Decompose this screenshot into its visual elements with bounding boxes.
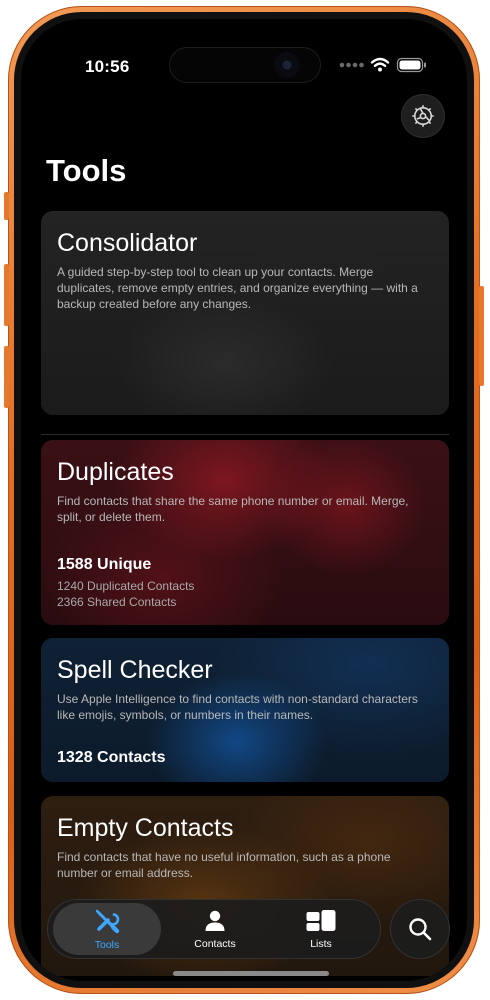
tab-label: Lists <box>310 938 332 950</box>
consolidator-card[interactable]: Consolidator A guided step-by-step tool … <box>41 211 449 415</box>
search-icon <box>409 918 432 941</box>
search-button[interactable] <box>390 899 450 959</box>
person-icon <box>205 910 225 931</box>
phone-frame: 10:56 Tools Consolidator A guided step-b… <box>4 6 484 994</box>
lists-icon <box>306 910 336 931</box>
gear-icon <box>412 105 434 127</box>
card-description: Find contacts that share the same phone … <box>57 494 409 524</box>
card-description: Use Apple Intelligence to find contacts … <box>57 692 418 722</box>
wifi-icon <box>370 57 390 67</box>
tab-lists[interactable]: Lists <box>267 903 375 955</box>
duplicated-count: 1240 Duplicated Contacts <box>57 579 195 593</box>
shared-count: 2366 Shared Contacts <box>57 595 177 609</box>
tab-bar: Tools Contacts Lists <box>47 899 381 959</box>
wifi-dot <box>378 67 382 72</box>
card-title: Empty Contacts <box>57 814 234 842</box>
status-icons <box>339 55 439 75</box>
card-title: Consolidator <box>57 229 198 257</box>
unique-count: 1588 Unique <box>57 556 152 573</box>
volume-down-button <box>4 346 9 408</box>
power-button <box>479 286 484 386</box>
wrench-screwdriver-icon <box>95 909 120 934</box>
card-title: Duplicates <box>57 458 174 486</box>
tab-tools[interactable]: Tools <box>53 903 161 955</box>
section-divider <box>41 434 449 435</box>
page-title: Tools <box>46 153 127 188</box>
card-description: Find contacts that have no useful inform… <box>57 850 391 880</box>
tab-label: Tools <box>94 939 120 951</box>
home-indicator[interactable] <box>173 971 329 976</box>
spell-checker-card[interactable]: Spell Checker Use Apple Intelligence to … <box>41 638 449 782</box>
action-button <box>4 192 9 220</box>
card-title: Spell Checker <box>57 656 213 684</box>
status-time: 10:56 <box>85 57 130 76</box>
tab-contacts[interactable]: Contacts <box>161 903 269 955</box>
signal-dots-icon <box>339 62 364 68</box>
battery-icon <box>396 57 426 73</box>
contacts-count: 1328 Contacts <box>57 749 166 766</box>
tab-label: Contacts <box>194 938 236 950</box>
settings-button[interactable] <box>401 94 445 138</box>
duplicates-card[interactable]: Duplicates Find contacts that share the … <box>41 440 449 625</box>
screen: 10:56 Tools Consolidator A guided step-b… <box>21 19 467 981</box>
volume-up-button <box>4 264 9 326</box>
front-camera-icon <box>274 52 300 78</box>
bezel: 10:56 Tools Consolidator A guided step-b… <box>14 12 474 988</box>
card-description: A guided step-by-step tool to clean up y… <box>57 265 418 311</box>
